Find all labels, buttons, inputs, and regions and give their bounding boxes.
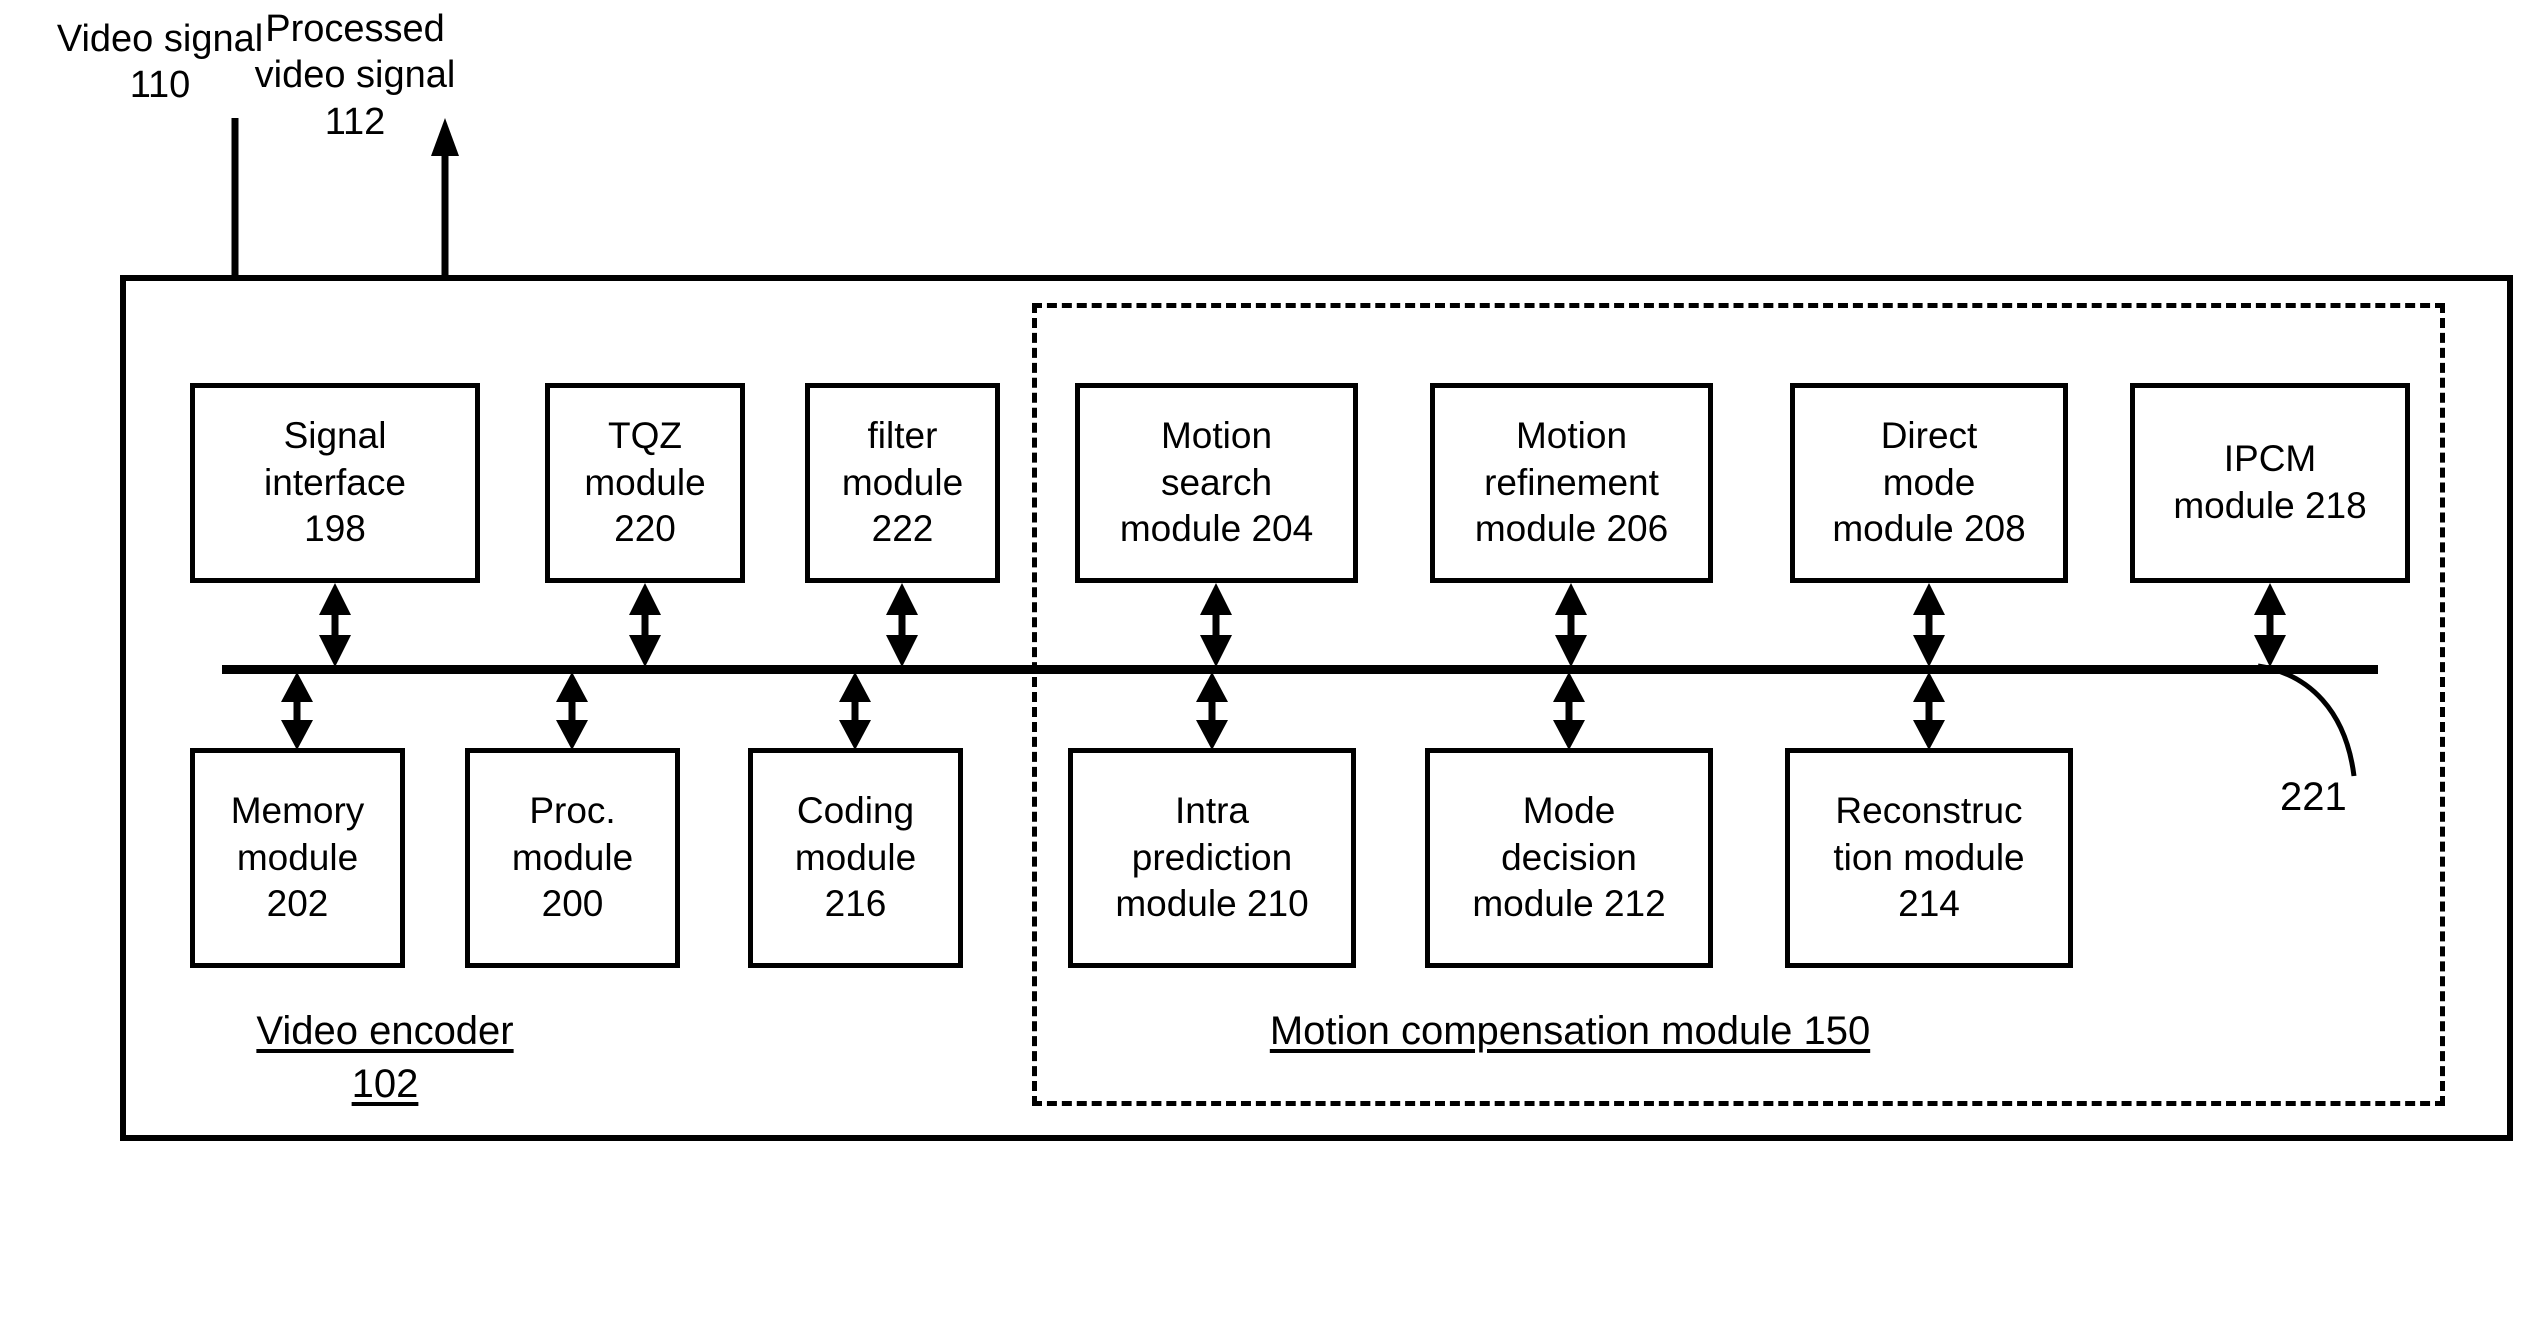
module-coding[interactable]: Coding module 216 — [748, 748, 963, 968]
motion-compensation-caption: Motion compensation module 150 — [1160, 1005, 1980, 1058]
module-motion-refinement[interactable]: Motion refinement module 206 — [1430, 383, 1713, 583]
connector-ipcm-bus — [2250, 583, 2290, 667]
module-signal-interface[interactable]: Signal interface 198 — [190, 383, 480, 583]
video-encoder-caption: Video encoder 102 — [175, 1005, 595, 1111]
connector-bus-proc — [552, 672, 592, 750]
video-encoder-caption-line1: Video encoder — [256, 1009, 514, 1053]
module-mode-decision[interactable]: Mode decision module 212 — [1425, 748, 1713, 968]
module-memory[interactable]: Memory module 202 — [190, 748, 405, 968]
module-reconstruction[interactable]: Reconstruc tion module 214 — [1785, 748, 2073, 968]
module-proc[interactable]: Proc. module 200 — [465, 748, 680, 968]
connector-bus-intra-prediction — [1192, 672, 1232, 750]
connector-bus-coding — [835, 672, 875, 750]
connector-direct-mode-bus — [1909, 583, 1949, 667]
connector-signal-interface-bus — [315, 583, 355, 667]
module-motion-search[interactable]: Motion search module 204 — [1075, 383, 1358, 583]
connector-filter-bus — [882, 583, 922, 667]
module-tqz[interactable]: TQZ module 220 — [545, 383, 745, 583]
system-bus-line — [222, 665, 2378, 674]
connector-bus-reconstruction — [1909, 672, 1949, 750]
connector-bus-memory — [277, 672, 317, 750]
bus-reference-label: 221 — [2280, 775, 2347, 819]
module-intra-prediction[interactable]: Intra prediction module 210 — [1068, 748, 1356, 968]
connector-tqz-bus — [625, 583, 665, 667]
connector-motion-search-bus — [1196, 583, 1236, 667]
module-ipcm[interactable]: IPCM module 218 — [2130, 383, 2410, 583]
connector-motion-refinement-bus — [1551, 583, 1591, 667]
module-direct-mode[interactable]: Direct mode module 208 — [1790, 383, 2068, 583]
figure-canvas: Video signal 110 Processed video signal … — [0, 0, 2541, 1335]
motion-compensation-caption-text: Motion compensation module 150 — [1269, 1009, 1871, 1053]
module-filter[interactable]: filter module 222 — [805, 383, 1000, 583]
video-encoder-caption-line2: 102 — [351, 1061, 419, 1106]
bus-reference-leader-line — [2250, 660, 2430, 790]
connector-bus-mode-decision — [1549, 672, 1589, 750]
